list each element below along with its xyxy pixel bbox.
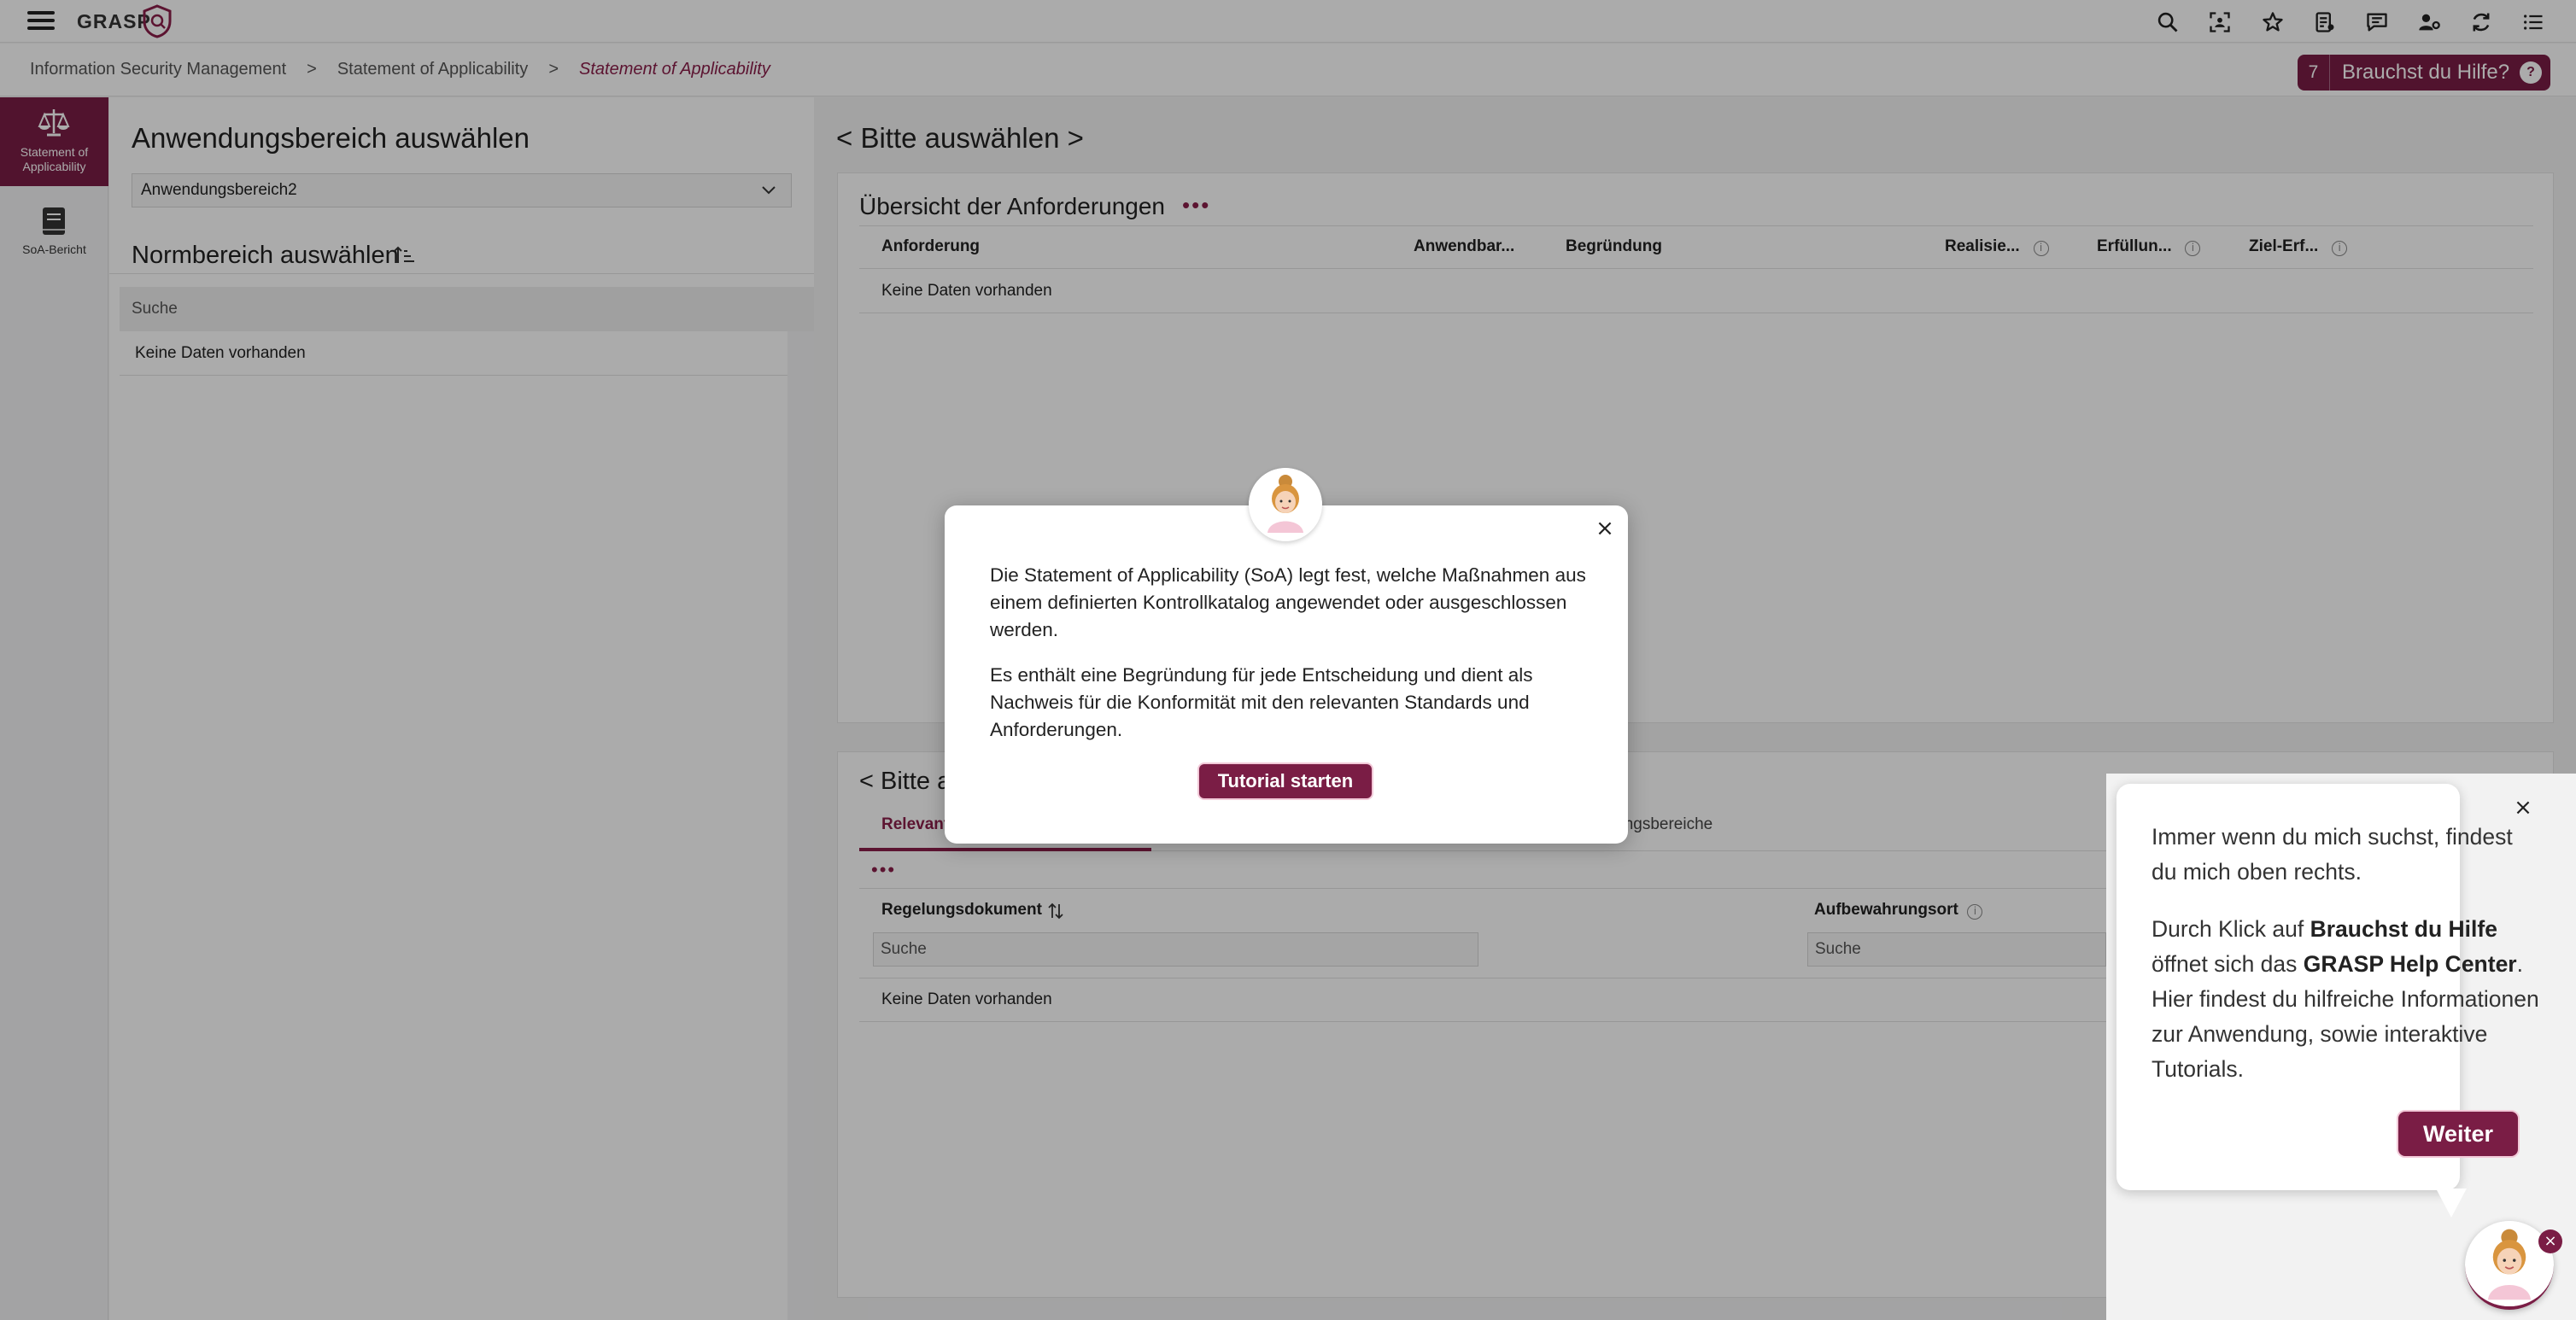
- bubble-tail: [2436, 1189, 2467, 1218]
- modal-text-1: Die Statement of Applicability (SoA) leg…: [990, 564, 1586, 640]
- tutorial-start-button[interactable]: Tutorial starten: [1197, 762, 1373, 800]
- assistant-avatar-icon: [1249, 468, 1322, 541]
- text-segment: Durch Klick auf: [2152, 916, 2310, 942]
- modal-text-2: Es enthält eine Begründung für jede Ents…: [990, 664, 1533, 740]
- text-bold: Brauchst du Hilfe: [2310, 916, 2497, 942]
- text-bold: GRASP Help Center: [2303, 951, 2517, 977]
- text-segment: öffnet sich das: [2152, 951, 2304, 977]
- close-icon[interactable]: ×: [1594, 517, 1616, 540]
- close-badge-icon[interactable]: ×: [2538, 1229, 2562, 1253]
- help-bubble-text-1: Immer wenn du mich suchst, findest du mi…: [2152, 824, 2513, 885]
- next-button[interactable]: Weiter: [2397, 1110, 2520, 1158]
- help-bubble-text-2: Durch Klick auf Brauchst du Hilfe öffnet…: [2152, 912, 2541, 1087]
- close-icon[interactable]: ×: [2513, 797, 2533, 819]
